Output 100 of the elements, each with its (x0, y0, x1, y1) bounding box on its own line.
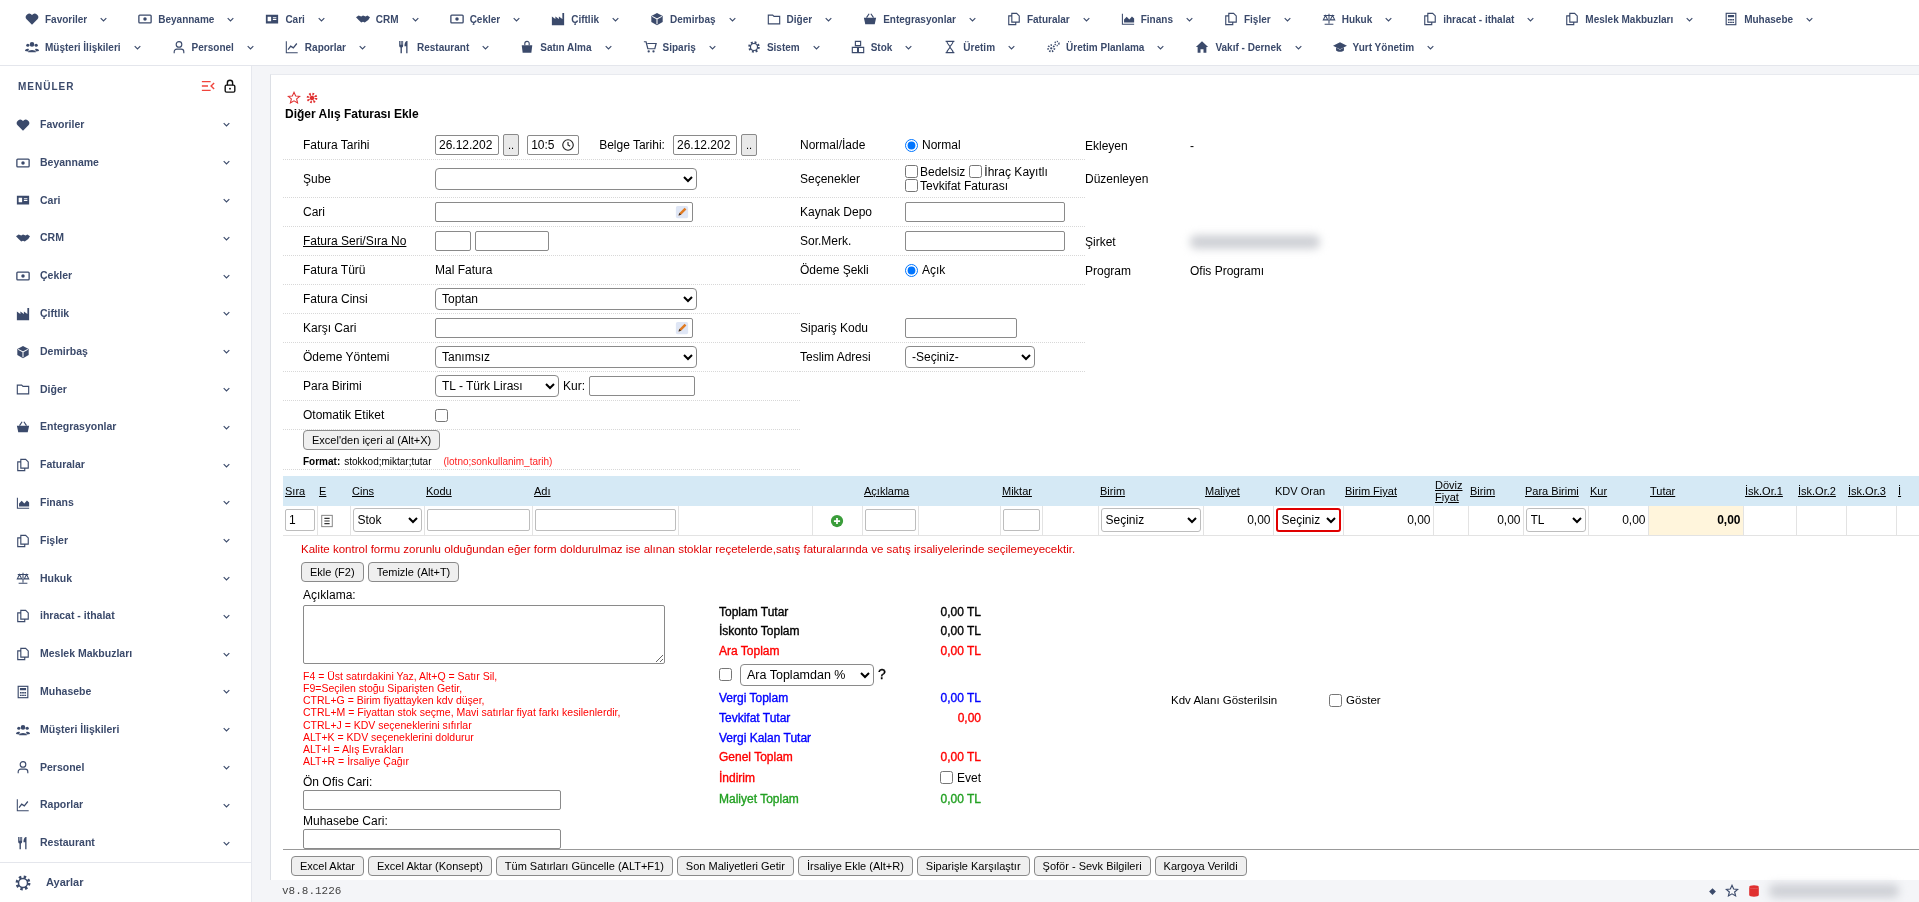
sidebar-item[interactable]: Demirbaş (0, 332, 251, 371)
nav-menu-button[interactable]: Favoriler (25, 11, 109, 27)
input-field[interactable] (303, 829, 561, 850)
sidebar-item[interactable]: Restaurant (0, 824, 251, 862)
sidebar-item[interactable]: Hukuk (0, 559, 251, 598)
dropdown[interactable]: Toptan (435, 288, 697, 310)
sidebar-item[interactable]: Fişler (0, 521, 251, 560)
date-field[interactable]: 26.12.202 (672, 135, 737, 155)
input-field[interactable] (475, 231, 549, 251)
sidebar-item[interactable]: Raporlar (0, 786, 251, 825)
sidebar-item[interactable]: Entegrasyonlar (0, 408, 251, 447)
nav-menu-button[interactable]: Personel (171, 39, 255, 55)
nav-menu-button[interactable]: Raporlar (284, 39, 367, 55)
dropdown[interactable]: TL (1525, 508, 1586, 533)
sidebar-item[interactable]: CRM (0, 219, 251, 258)
nav-menu-button[interactable]: Muhasebe (1724, 11, 1815, 27)
currency-dropdown[interactable]: TL - Türk Lirası (435, 375, 559, 397)
settings-menu-item[interactable]: Ayarlar (0, 862, 251, 902)
input-field[interactable] (1002, 509, 1040, 532)
input-field[interactable] (589, 376, 695, 396)
nav-menu-button[interactable]: Sistem (746, 39, 821, 55)
star-icon[interactable] (287, 91, 301, 105)
sidebar-item[interactable]: ihracat - ithalat (0, 597, 251, 636)
dropdown[interactable]: Tanımsız (435, 346, 697, 368)
nav-menu-button[interactable]: Entegrasyonlar (863, 11, 977, 27)
sidebar-item[interactable]: Muhasebe (0, 672, 251, 711)
sidebar-item[interactable]: Favoriler (0, 106, 251, 144)
sidebar-item[interactable]: Cari (0, 181, 251, 220)
input-field[interactable] (905, 318, 1017, 338)
import-button[interactable]: Excel'den içeri al (Alt+X) (303, 430, 441, 450)
action-button[interactable]: Kargoya Verildi (1154, 856, 1247, 877)
nav-menu-button[interactable]: Diğer (766, 11, 834, 27)
nav-menu-button[interactable]: Demirbaş (650, 11, 737, 27)
checkbox[interactable] (1329, 693, 1343, 707)
checkbox[interactable] (905, 165, 918, 178)
list-icon[interactable] (319, 514, 334, 529)
action-button[interactable]: Excel Aktar (291, 856, 365, 877)
collapse-menu-icon[interactable] (201, 79, 215, 93)
nav-menu-button[interactable]: Finans (1120, 11, 1194, 27)
lock-icon[interactable] (223, 79, 237, 93)
star-icon[interactable] (1725, 884, 1739, 898)
input-field[interactable] (303, 790, 561, 811)
input-field[interactable] (534, 509, 676, 532)
settings-icon[interactable] (305, 91, 319, 105)
action-button[interactable]: Excel Aktar (Konsept) (368, 856, 492, 877)
nav-menu-button[interactable]: Vakıf - Dernek (1195, 39, 1303, 55)
nav-menu-button[interactable]: Müşteri İlişkileri (25, 39, 142, 55)
dropdown[interactable]: Stok (352, 508, 422, 533)
action-button[interactable]: Şoför - Sevk Bilgileri (1033, 856, 1151, 877)
nav-menu-button[interactable]: Yurt Yönetim (1332, 39, 1436, 55)
nav-menu-button[interactable]: Cari (265, 11, 326, 27)
action-button[interactable]: Siparişle Karşılaştır (916, 856, 1030, 877)
checkbox[interactable] (719, 668, 732, 682)
date-picker-button[interactable]: .. (503, 134, 520, 156)
nav-menu-button[interactable]: Restaurant (396, 39, 491, 55)
input-field[interactable]: 1 (285, 509, 315, 532)
nav-menu-button[interactable]: Çekler (449, 11, 522, 27)
discount-dropdown[interactable]: Ara Toplamdan % (740, 663, 874, 686)
sidebar-item[interactable]: Diğer (0, 370, 251, 409)
sidebar-item[interactable]: Finans (0, 483, 251, 522)
dropdown[interactable]: Seçiniz (1275, 508, 1341, 533)
nav-menu-button[interactable]: ihracat - ithalat (1423, 11, 1536, 27)
nav-menu-button[interactable]: Beyanname (138, 11, 236, 27)
checkbox[interactable] (905, 179, 918, 192)
date-field[interactable]: 26.12.202 (435, 135, 499, 155)
dropdown[interactable]: Seçiniz (1100, 508, 1201, 533)
nav-menu-button[interactable]: CRM (355, 11, 420, 27)
sidebar-item[interactable]: Çekler (0, 257, 251, 295)
checkbox[interactable] (940, 771, 953, 785)
input-field[interactable] (905, 202, 1065, 222)
nav-menu-button[interactable]: Fişler (1223, 11, 1292, 27)
field-link[interactable]: Fatura Seri/Sıra No (303, 232, 435, 250)
input-field[interactable] (905, 231, 1065, 251)
add-icon[interactable] (830, 514, 844, 529)
radio-button[interactable] (905, 138, 918, 152)
checkbox[interactable] (969, 165, 983, 178)
date-picker-button[interactable]: .. (740, 134, 758, 156)
nav-menu-button[interactable]: Stok (850, 39, 914, 55)
sidebar-item[interactable]: Müşteri İlişkileri (0, 710, 251, 749)
nav-menu-button[interactable]: Çiftlik (551, 11, 620, 27)
nav-menu-button[interactable]: Üretim (943, 39, 1017, 55)
checkbox[interactable] (435, 408, 448, 422)
nav-menu-button[interactable]: Meslek Makbuzları (1565, 11, 1695, 27)
input-field[interactable] (864, 509, 916, 532)
sidebar-item[interactable]: Faturalar (0, 446, 251, 484)
sidebar-item[interactable]: Çiftlik (0, 295, 251, 333)
dropdown[interactable]: -Seçiniz- (905, 346, 1035, 368)
action-button[interactable]: İrsaliye Ekle (Alt+R) (797, 856, 913, 877)
nav-menu-button[interactable]: Sipariş (642, 39, 717, 55)
sidebar-item[interactable]: Meslek Makbuzları (0, 635, 251, 673)
input-field[interactable] (435, 231, 471, 251)
nav-menu-button[interactable]: Faturalar (1006, 11, 1091, 27)
nav-menu-button[interactable]: Hukuk (1321, 11, 1394, 27)
database-icon[interactable] (1747, 884, 1761, 898)
action-button[interactable]: Son Maliyetleri Getir (676, 856, 794, 877)
action-button[interactable]: Tüm Satırları Güncelle (ALT+F1) (495, 856, 673, 877)
lookup-field[interactable] (435, 318, 693, 338)
nav-menu-button[interactable]: Satın Alma (520, 39, 613, 55)
diamond-icon[interactable] (1708, 886, 1717, 896)
sidebar-item[interactable]: Personel (0, 748, 251, 787)
